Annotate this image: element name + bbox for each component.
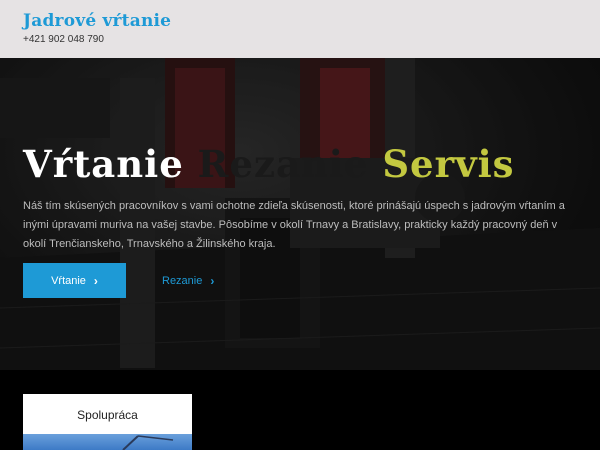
vrtanie-button[interactable]: Vŕtanie › [23,263,126,298]
service-card-spolupraca[interactable]: Spolupráca [23,394,192,450]
vrtanie-button-label: Vŕtanie [51,274,86,287]
services-section: Spolupráca [0,370,600,450]
hero-title-word-1: Vŕtanie [23,142,184,186]
hero-description: Náš tím skúsených pracovníkov s vami och… [23,200,565,250]
card-image [23,434,192,450]
hero-title-word-3: Servis [382,142,515,186]
crane-image [122,435,174,450]
hero-section: Vŕtanie Rezanie Servis Náš tím skúsených… [0,58,600,370]
site-header: Jadrové vŕtanie +421 902 048 790 [0,0,600,58]
card-title: Spolupráca [77,408,138,422]
hero-title-word-2: Rezanie [197,142,369,186]
chevron-right-icon: › [210,273,215,288]
rezanie-link[interactable]: Rezanie › [162,263,214,298]
chevron-right-icon: › [93,273,98,288]
hero-title: Vŕtanie Rezanie Servis [23,142,514,186]
phone-number-link[interactable]: +421 902 048 790 [23,34,600,45]
site-title-link[interactable]: Jadrové vŕtanie [23,10,600,32]
rezanie-link-label: Rezanie [162,274,203,287]
